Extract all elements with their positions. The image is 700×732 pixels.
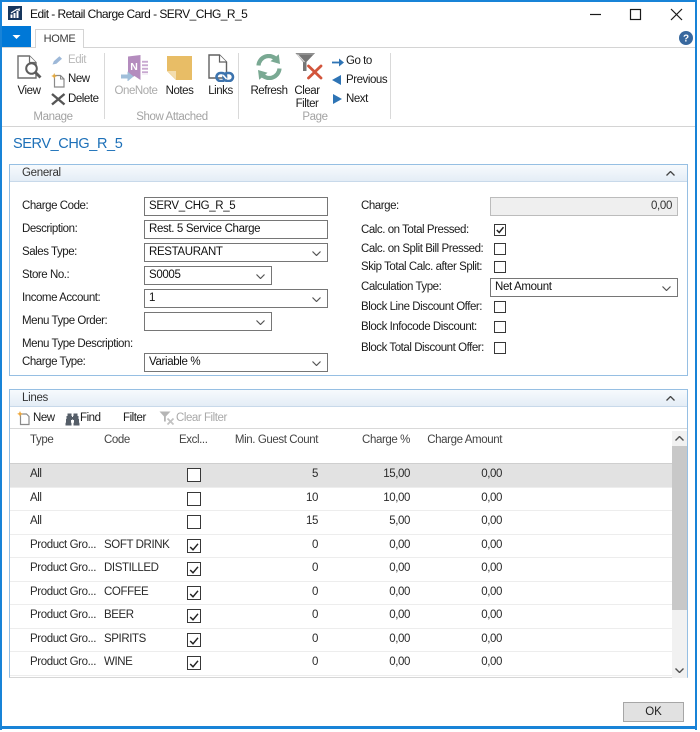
svg-text:?: ? [683, 34, 689, 45]
svg-text:N: N [130, 61, 138, 73]
